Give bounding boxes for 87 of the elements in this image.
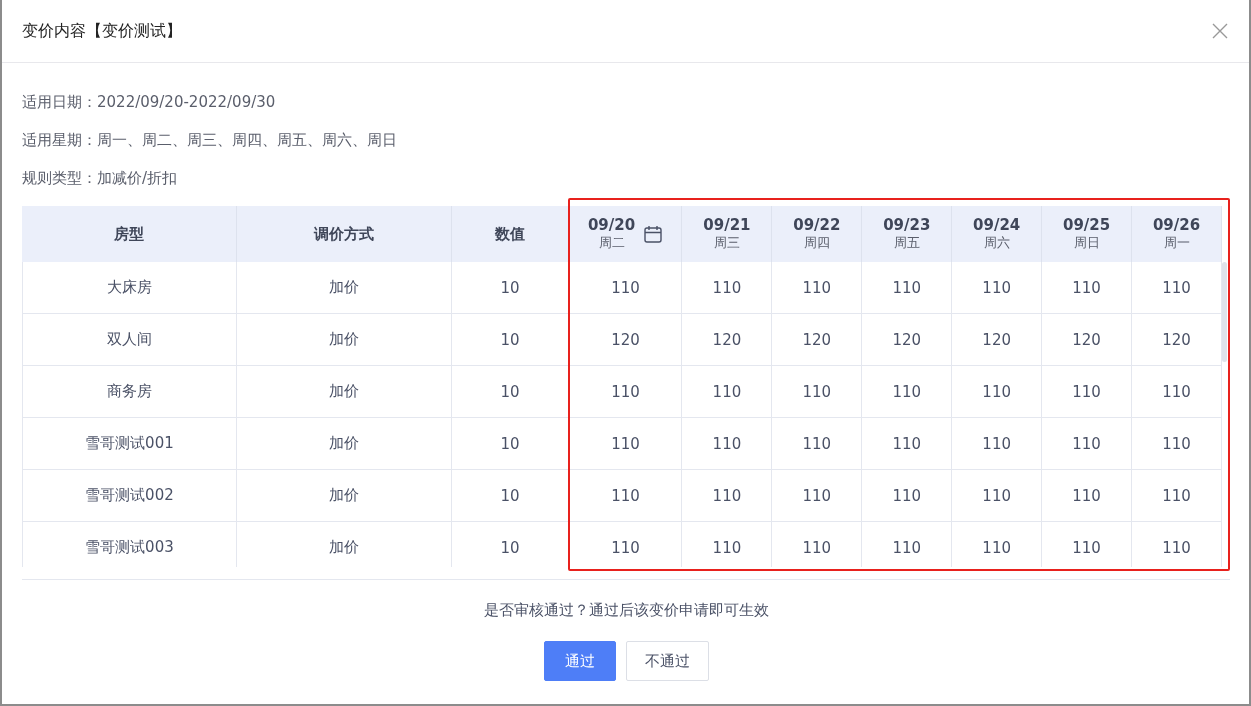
close-icon[interactable] [1212,23,1228,39]
table-cell: 110 [862,366,953,417]
table-cell: 110 [1042,262,1133,313]
table-cell: 110 [682,522,773,567]
approve-button[interactable]: 通过 [543,641,616,681]
weekday-label: 周一 [1163,234,1190,252]
table-cell: 110 [862,418,953,469]
table-cell: 110 [952,470,1043,521]
table-cell: 110 [1042,418,1133,469]
table-cell: 10 [451,314,570,365]
table-cell: 110 [1042,366,1133,417]
table-cell: 110 [569,366,683,417]
table-cell: 110 [772,418,863,469]
scrollbar-thumb[interactable] [1222,262,1227,362]
table-cell: 10 [451,418,570,469]
table-cell: 110 [569,262,683,313]
table-cell: 加价 [236,262,452,313]
weekday-label: 周六 [983,234,1010,252]
table-cell: 110 [772,522,863,567]
table-cell: 10 [451,366,570,417]
table-cell: 110 [862,522,953,567]
table-cell: 加价 [236,366,452,417]
reject-button[interactable]: 不通过 [625,641,709,681]
table-cell: 120 [1042,314,1133,365]
date-header: 09/21 [703,216,751,234]
table-cell: 110 [569,418,683,469]
confirm-message: 是否审核通过？通过后该变价申请即可生效 [483,601,769,620]
table-cell: 110 [569,470,683,521]
date-header: 09/22 [793,216,841,234]
info-line: 适用星期：周一、周二、周三、周四、周五、周六、周日 [22,130,398,151]
table-cell: 加价 [236,522,452,567]
column-header: 房型 [22,206,237,262]
table-cell: 110 [952,522,1043,567]
table-cell: 110 [569,522,683,567]
table-cell: 110 [862,470,953,521]
table-cell: 110 [1042,470,1133,521]
date-header: 09/26 [1152,216,1201,234]
column-header: 数值 [451,206,570,262]
table-cell: 110 [1042,522,1133,567]
table-cell: 120 [1132,314,1222,365]
info-line: 适用日期：2022/09/20-2022/09/30 [22,92,277,113]
table-cell: 110 [682,470,773,521]
table-cell: 10 [451,470,570,521]
table-cell: 加价 [236,314,452,365]
date-header: 09/24 [973,216,1021,234]
table-cell: 雪哥测试002 [22,470,237,521]
table-cell: 大床房 [22,262,237,313]
weekday-label: 周日 [1073,234,1100,252]
date-header: 09/25 [1063,216,1111,234]
table-cell: 120 [569,314,683,365]
table-cell: 110 [682,262,773,313]
date-header: 09/20 [587,216,636,234]
table-cell: 10 [451,262,570,313]
table-cell: 120 [952,314,1043,365]
table-cell: 110 [1132,418,1222,469]
table-cell: 110 [682,366,773,417]
table-cell: 110 [772,262,863,313]
table-cell: 110 [952,418,1043,469]
table-cell: 120 [772,314,863,365]
date-header: 09/23 [883,216,931,234]
table-cell: 110 [772,470,863,521]
table-cell: 110 [772,366,863,417]
weekday-label: 周五 [893,234,920,252]
info-line: 规则类型：加减价/折扣 [22,168,179,189]
table-cell: 110 [1132,262,1222,313]
table-cell: 110 [862,262,953,313]
table-cell: 110 [952,366,1043,417]
weekday-label: 周三 [713,234,740,252]
table-cell: 雪哥测试001 [22,418,237,469]
table-cell: 加价 [236,470,452,521]
table-cell: 120 [682,314,773,365]
table-cell: 110 [1132,366,1222,417]
table-cell: 120 [862,314,953,365]
table-cell: 110 [952,262,1043,313]
table-cell: 110 [1132,522,1222,567]
table-cell: 110 [682,418,773,469]
weekday-label: 周二 [598,234,625,252]
weekday-label: 周四 [803,234,830,252]
table-cell: 商务房 [22,366,237,417]
table-cell: 110 [1132,470,1222,521]
table-cell: 10 [451,522,570,567]
column-header: 调价方式 [236,206,452,262]
dialog-title: 变价内容【变价测试】 [22,20,182,42]
calendar-icon[interactable] [643,224,664,244]
table-cell: 雪哥测试003 [22,522,237,567]
table-cell: 双人间 [22,314,237,365]
table-cell: 加价 [236,418,452,469]
